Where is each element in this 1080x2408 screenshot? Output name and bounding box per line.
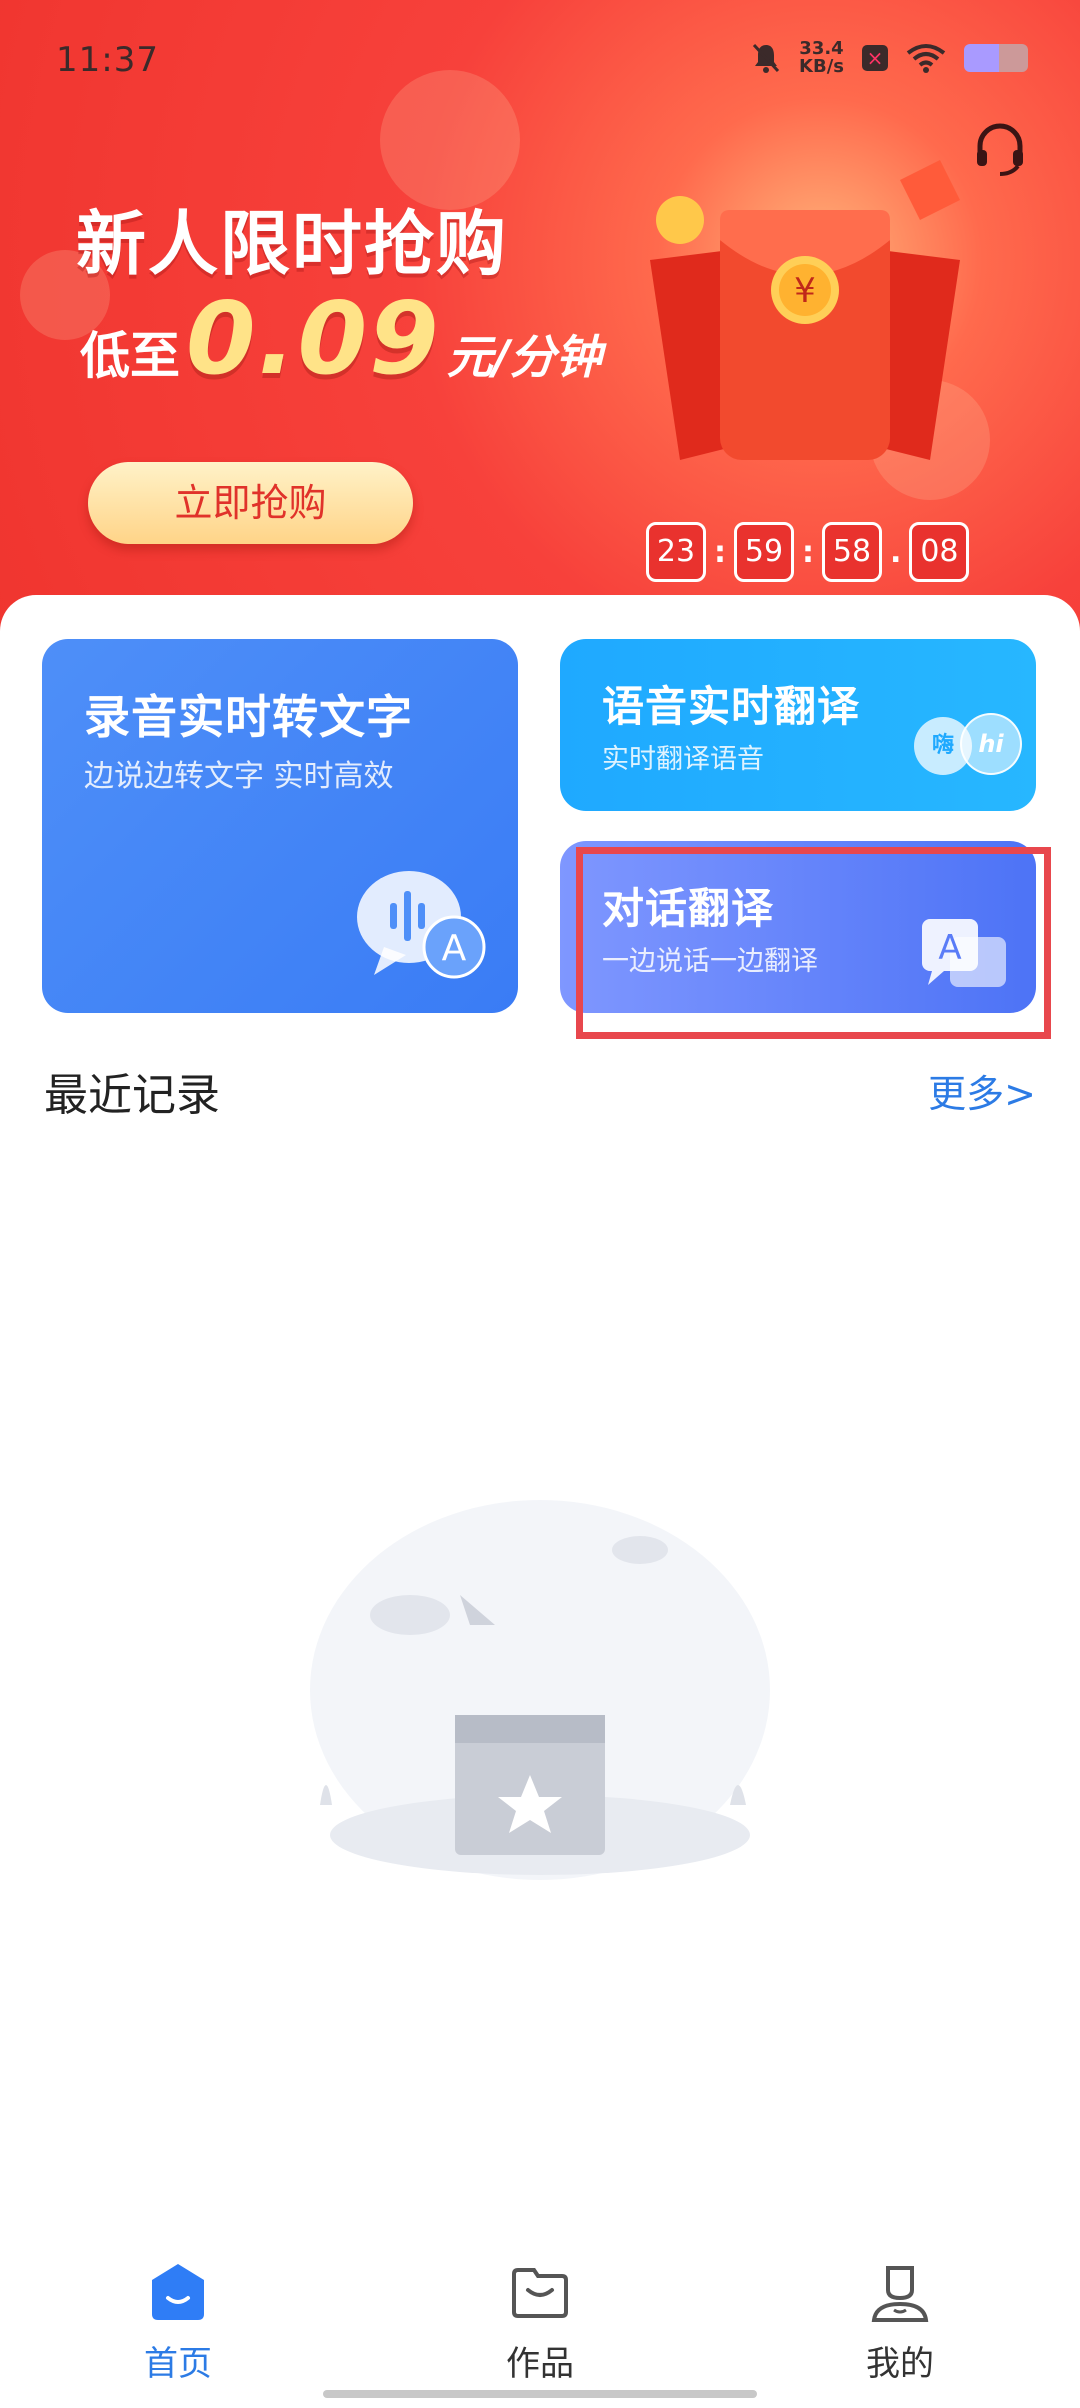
svg-text:A: A [442, 928, 467, 969]
more-link[interactable]: 更多> [928, 1063, 1036, 1118]
voice-translate-card[interactable]: 语音实时翻译 实时翻译语音 嗨 hi [560, 639, 1036, 811]
empty-state-illustration [310, 1500, 770, 1880]
mute-bell-icon [752, 43, 780, 73]
card-subtitle: 实时翻译语音 [602, 744, 764, 775]
battery-icon [964, 44, 1028, 72]
card-title: 语音实时翻译 [602, 682, 861, 731]
countdown-centiseconds: 08 [909, 522, 970, 582]
countdown-timer: 23 : 59 : 58 . 08 [646, 522, 970, 582]
tab-home-label: 首页 [144, 2344, 212, 2384]
countdown-hours: 23 [646, 522, 706, 582]
tab-works-label: 作品 [506, 2344, 574, 2384]
svg-text:A: A [938, 928, 961, 968]
recent-records-title: 最近记录 [44, 1070, 220, 1121]
home-indicator[interactable] [323, 2390, 757, 2398]
user-profile-icon [871, 2266, 929, 2322]
hi-bubble-en: hi [960, 713, 1022, 775]
promo-price-line: 低至 0.09 元/分钟 [80, 280, 602, 397]
price-prefix: 低至 [80, 327, 180, 385]
countdown-separator: : [714, 534, 726, 570]
customer-service-headset-icon[interactable] [972, 120, 1028, 176]
tab-mine[interactable]: 我的 [800, 2260, 1000, 2385]
record-to-text-card[interactable]: 录音实时转文字 边说边转文字 实时高效 A [42, 639, 518, 1013]
red-envelope-illustration: ¥ [650, 160, 960, 460]
tab-home[interactable]: 首页 [78, 2260, 278, 2385]
card-title: 对话翻译 [602, 884, 775, 933]
folder-icon [512, 2268, 568, 2318]
recent-records-header: 最近记录 更多> [44, 1059, 1036, 1121]
countdown-seconds: 58 [822, 522, 882, 582]
promo-banner[interactable]: 11:37 33.4 KB/s × 新人限时抢购 低至 0.09 元/分钟 立即… [0, 0, 1080, 640]
dialog-translate-icon: A [922, 919, 1006, 987]
card-subtitle: 边说边转文字 实时高效 [84, 759, 394, 794]
buy-now-button[interactable]: 立即抢购 [88, 462, 413, 544]
promo-price: 0.09 [186, 280, 441, 397]
network-speed-unit: KB/s [799, 56, 844, 77]
price-unit: 元/分钟 [446, 330, 602, 384]
notification-x-icon: × [862, 45, 888, 71]
countdown-separator: : [802, 534, 814, 570]
home-icon [152, 2264, 204, 2320]
wifi-icon [906, 44, 946, 73]
tab-works[interactable]: 作品 [440, 2260, 640, 2385]
svg-text:¥: ¥ [794, 271, 816, 311]
countdown-separator: . [890, 534, 902, 570]
tab-mine-label: 我的 [866, 2344, 934, 2384]
promo-title: 新人限时抢购 [76, 203, 508, 285]
countdown-minutes: 59 [734, 522, 794, 582]
hi-bubbles-icon: 嗨 hi [914, 713, 1024, 783]
card-title: 录音实时转文字 [84, 690, 413, 744]
voice-to-text-icon: A [357, 871, 486, 979]
status-icons: 33.4 KB/s × [751, 40, 1028, 76]
card-subtitle: 一边说话一边翻译 [602, 946, 818, 977]
network-speed: 33.4 KB/s [799, 40, 844, 76]
bottom-tab-bar: 首页 作品 我的 [0, 2240, 1080, 2408]
status-bar: 11:37 33.4 KB/s × [0, 0, 1080, 120]
dialog-translate-card[interactable]: 对话翻译 一边说话一边翻译 A [560, 841, 1036, 1013]
main-content: 录音实时转文字 边说边转文字 实时高效 A 语音实时翻译 实时翻译语音 嗨 hi… [0, 595, 1080, 2408]
status-time: 11:37 [56, 40, 159, 80]
